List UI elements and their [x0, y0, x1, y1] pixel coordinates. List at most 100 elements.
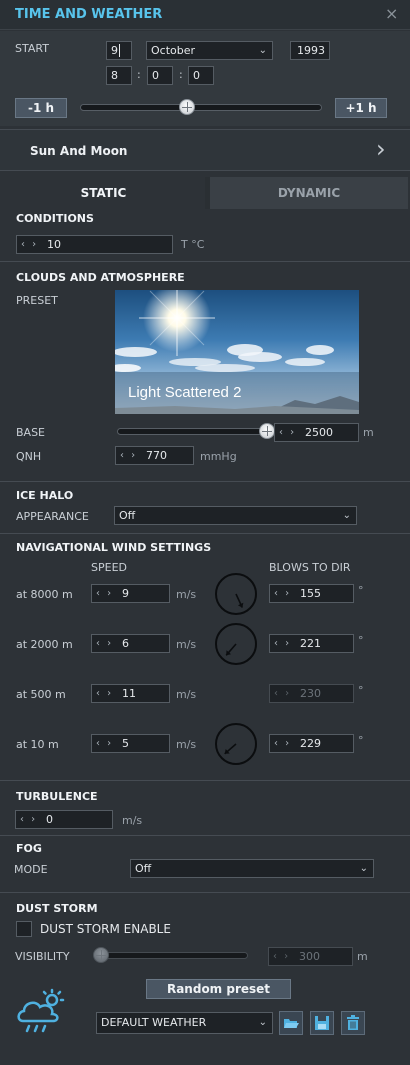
divider [0, 533, 410, 534]
window-title: TIME AND WEATHER [15, 7, 163, 22]
wind-direction-unit: ° [358, 584, 364, 597]
wind-direction-stepper[interactable]: ‹ › 221 [269, 634, 354, 653]
divider [0, 261, 410, 262]
wind-direction-stepper[interactable]: ‹ › 229 [269, 734, 354, 753]
wind-speed-unit: m/s [176, 638, 197, 651]
base-slider-knob[interactable] [259, 423, 275, 439]
temperature-stepper[interactable]: ‹ › 10 [16, 235, 173, 254]
divider [0, 892, 410, 893]
dir-header: BLOWS TO DIR [269, 561, 351, 574]
dust-storm-checkbox[interactable] [16, 921, 32, 937]
wind-speed-stepper[interactable]: ‹ › 6 [91, 634, 170, 653]
appearance-label: APPEARANCE [16, 510, 89, 523]
visibility-unit: m [357, 950, 368, 963]
text-cursor [119, 44, 120, 57]
chevron-down-icon: ⌄ [258, 45, 267, 56]
sun-moon-row[interactable]: Sun And Moon › [0, 129, 410, 171]
close-icon[interactable]: × [385, 4, 398, 23]
wind-speed-stepper[interactable]: ‹ › 9 [91, 584, 170, 603]
start-second-input[interactable]: 0 [188, 66, 214, 85]
start-month-select[interactable]: October ⌄ [146, 41, 273, 60]
tab-static[interactable]: STATIC [2, 177, 205, 209]
save-icon[interactable] [310, 1011, 334, 1035]
qnh-unit: mmHg [200, 450, 237, 463]
weather-preset-select[interactable]: DEFAULT WEATHER ⌄ [96, 1012, 273, 1034]
stepper-arrows-icon: ‹ › [279, 427, 297, 438]
tab-divider [205, 177, 210, 209]
wind-direction-unit: ° [358, 684, 364, 697]
weather-cloud-icon [15, 987, 67, 1035]
stepper-arrows-icon: ‹ › [96, 738, 114, 749]
plus-hour-button[interactable]: +1 h [335, 98, 387, 118]
wind-speed-stepper[interactable]: ‹ › 11 [91, 684, 170, 703]
stepper-arrows-icon: ‹ › [274, 638, 292, 649]
preset-label: PRESET [16, 294, 58, 307]
stepper-arrows-icon: ‹ › [274, 688, 292, 699]
chevron-down-icon: ⌄ [359, 863, 368, 874]
start-year-input[interactable]: 1993 [290, 41, 330, 60]
speed-header: SPEED [91, 561, 127, 574]
base-slider-track[interactable] [117, 428, 265, 435]
wind-direction-unit: ° [358, 734, 364, 747]
wind-direction-dial[interactable] [215, 723, 259, 767]
wind-direction-unit: ° [358, 634, 364, 647]
stepper-arrows-icon: ‹ › [96, 588, 114, 599]
wind-speed-stepper[interactable]: ‹ › 5 [91, 734, 170, 753]
base-unit: m [363, 426, 374, 439]
dust-storm-enable-label: DUST STORM ENABLE [40, 922, 171, 936]
time-slider-knob[interactable] [179, 99, 196, 115]
wind-direction-dial[interactable] [215, 623, 259, 667]
wind-speed-unit: m/s [176, 688, 197, 701]
temperature-unit: T °C [181, 238, 205, 251]
fog-mode-select[interactable]: Off ⌄ [130, 859, 374, 878]
wind-altitude-label: at 2000 m [16, 638, 73, 651]
visibility-slider-track[interactable] [98, 952, 248, 959]
visibility-stepper[interactable]: ‹ › 300 [268, 947, 353, 966]
start-section: START 9 October ⌄ 1993 8 : 0 : 0 -1 h +1… [0, 31, 410, 126]
chevron-down-icon: ⌄ [258, 1017, 267, 1028]
cloud-preset-image[interactable]: Light Scattered 2 [115, 290, 359, 414]
turbulence-stepper[interactable]: ‹ › 0 [15, 810, 113, 829]
turbulence-title: TURBULENCE [16, 790, 98, 803]
folder-open-icon[interactable] [279, 1011, 303, 1035]
base-stepper[interactable]: ‹ › 2500 [274, 423, 359, 442]
qnh-stepper[interactable]: ‹ › 770 [115, 446, 194, 465]
minus-hour-button[interactable]: -1 h [15, 98, 67, 118]
conditions-title: CONDITIONS [16, 212, 94, 225]
divider [0, 835, 410, 836]
sun-moon-label: Sun And Moon [30, 144, 128, 158]
qnh-label: QNH [16, 450, 42, 463]
wind-direction-stepper[interactable]: ‹ › 155 [269, 584, 354, 603]
wind-speed-unit: m/s [176, 588, 197, 601]
stepper-arrows-icon: ‹ › [21, 239, 39, 250]
chevron-right-icon: › [376, 135, 386, 163]
random-preset-button[interactable]: Random preset [146, 979, 291, 999]
wind-direction-dial[interactable] [215, 573, 259, 617]
wind-altitude-label: at 500 m [16, 688, 66, 701]
stepper-arrows-icon: ‹ › [120, 450, 138, 461]
time-separator: : [137, 68, 141, 81]
stepper-arrows-icon: ‹ › [274, 738, 292, 749]
base-label: BASE [16, 426, 46, 439]
clouds-title: CLOUDS AND ATMOSPHERE [16, 271, 185, 284]
start-hour-input[interactable]: 8 [106, 66, 132, 85]
visibility-label: VISIBILITY [15, 950, 70, 963]
chevron-down-icon: ⌄ [342, 510, 351, 521]
divider [0, 481, 410, 482]
stepper-arrows-icon: ‹ › [274, 588, 292, 599]
start-day-input[interactable]: 9 [106, 41, 132, 60]
appearance-select[interactable]: Off ⌄ [114, 506, 357, 525]
trash-icon[interactable] [341, 1011, 365, 1035]
start-minute-input[interactable]: 0 [147, 66, 173, 85]
fog-mode-label: MODE [14, 863, 48, 876]
dust-storm-title: DUST STORM [16, 902, 98, 915]
time-slider-track[interactable] [80, 104, 322, 111]
turbulence-unit: m/s [122, 814, 143, 827]
stepper-arrows-icon: ‹ › [96, 638, 114, 649]
ice-halo-title: ICE HALO [16, 489, 74, 502]
stepper-arrows-icon: ‹ › [20, 814, 38, 825]
wind-altitude-label: at 8000 m [16, 588, 73, 601]
visibility-slider-knob[interactable] [93, 947, 109, 963]
wind-direction-stepper[interactable]: ‹ › 230 [269, 684, 354, 703]
tab-dynamic[interactable]: DYNAMIC [210, 177, 408, 209]
